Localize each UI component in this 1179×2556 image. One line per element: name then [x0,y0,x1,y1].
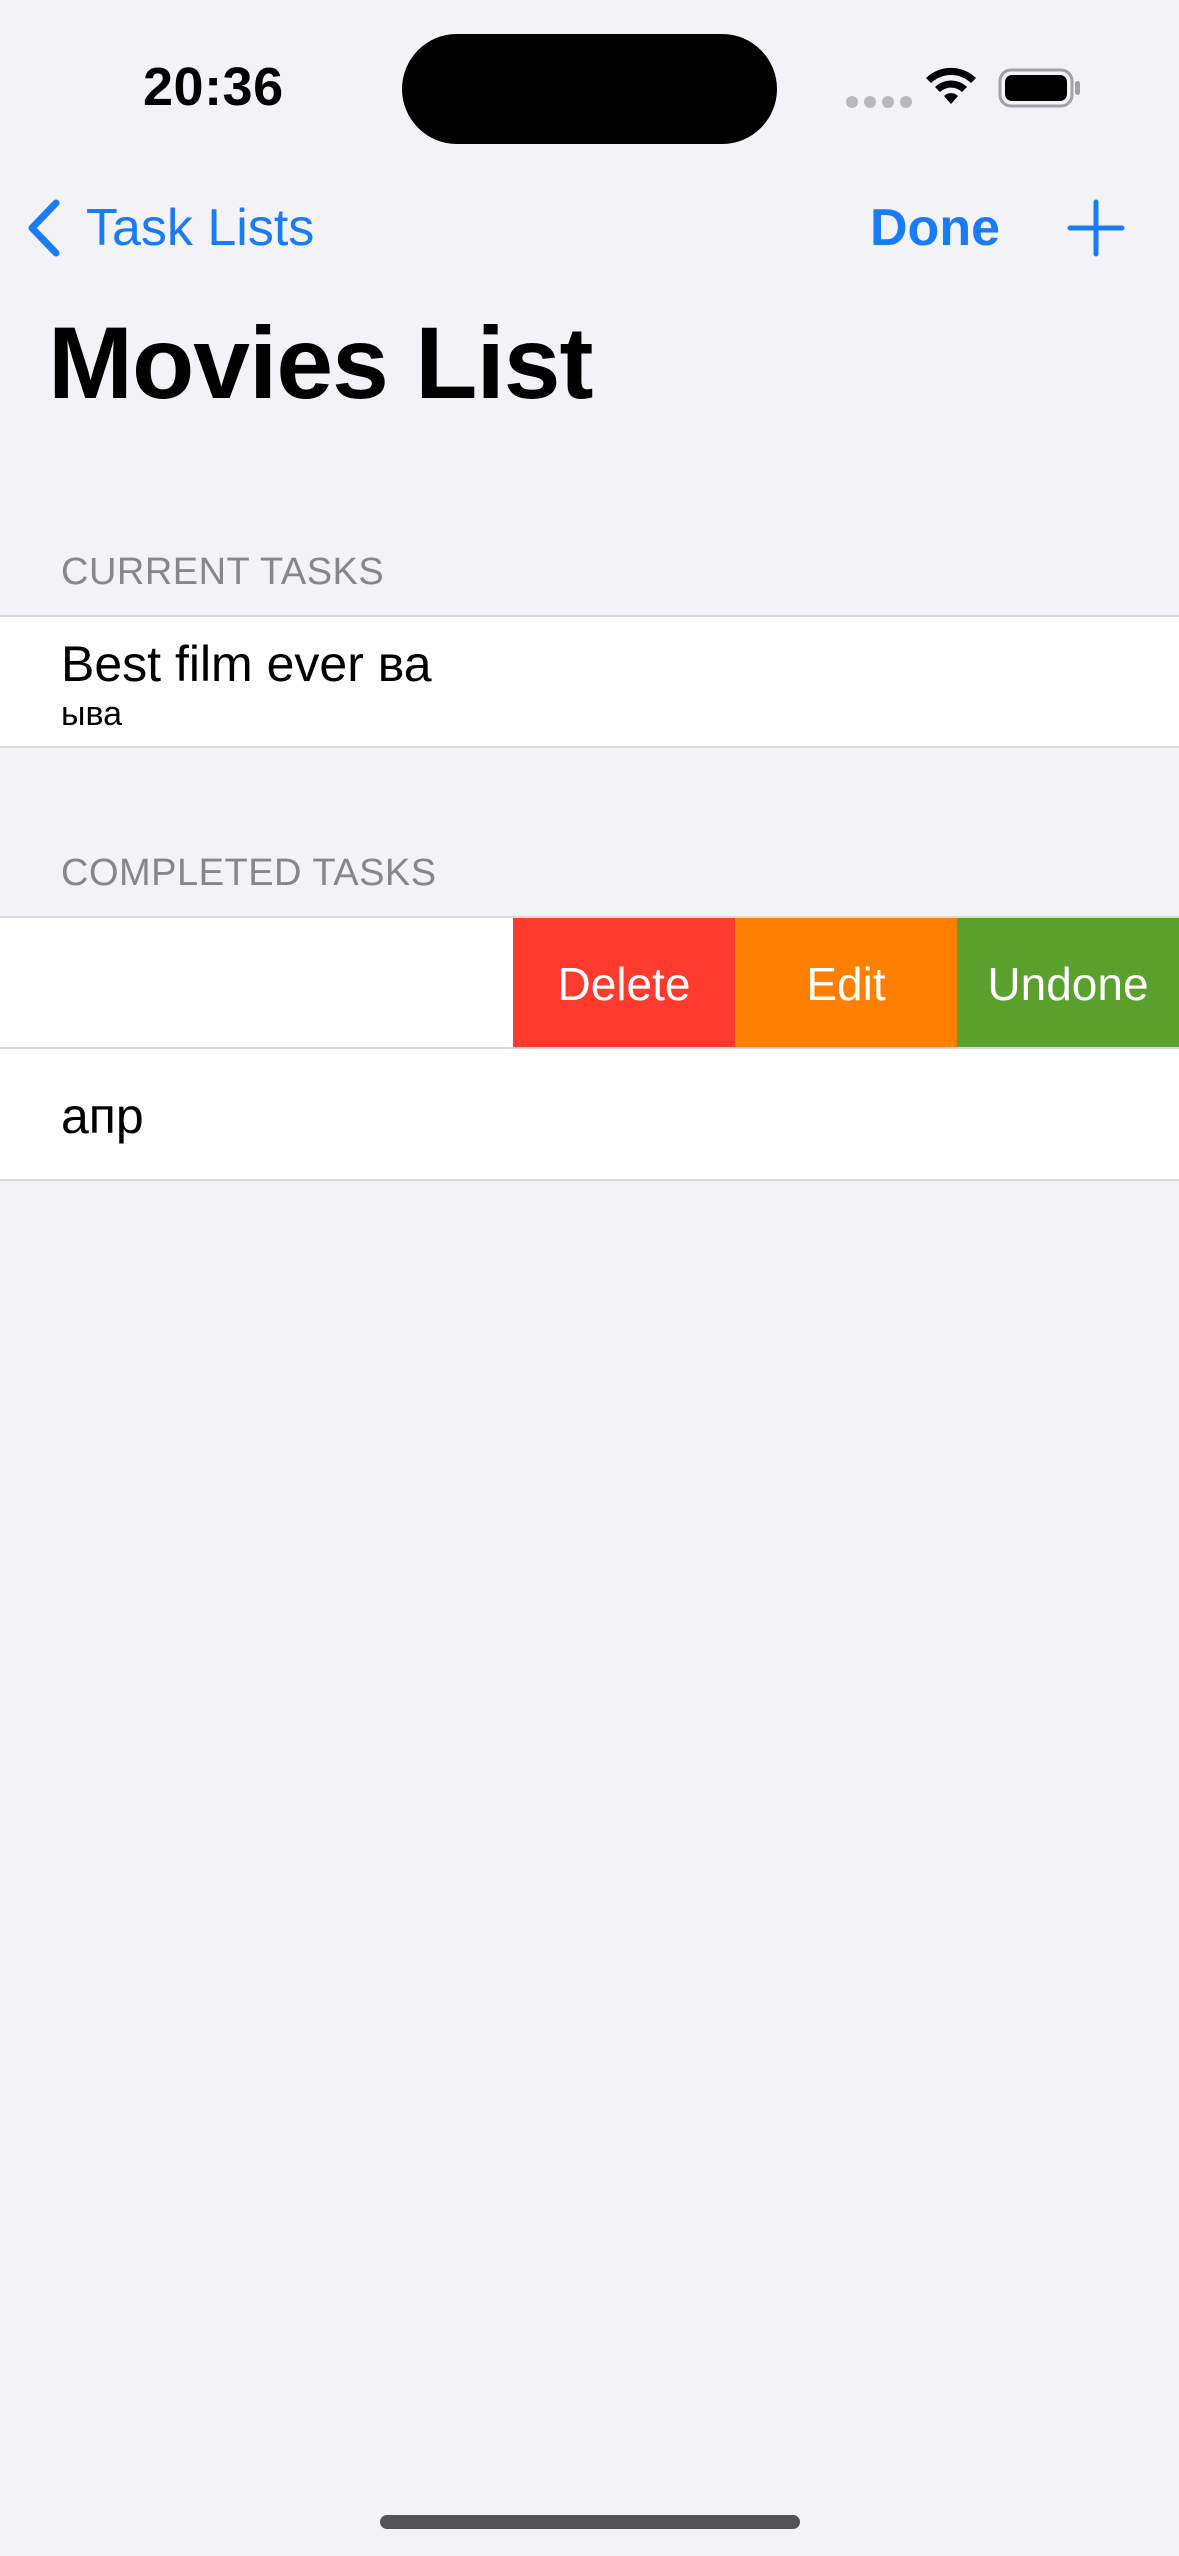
swiped-task-row[interactable]: Delete Edit Undone [0,916,1179,1049]
cellular-signal-icon [846,96,912,108]
section-header-current: CURRENT TASKS [61,551,385,593]
task-subtitle: ыва [61,695,123,733]
undone-button[interactable]: Undone [957,918,1179,1049]
task-title: апр [61,1088,144,1144]
chevron-left-icon [28,199,60,257]
status-time: 20:36 [143,57,284,117]
delete-button[interactable]: Delete [513,918,735,1049]
edit-button[interactable]: Edit [735,918,957,1049]
plus-icon[interactable] [1066,198,1126,258]
back-button[interactable]: Task Lists [24,192,314,264]
battery-icon [998,68,1080,108]
task-row[interactable]: Best film ever ва ыва [0,615,1179,748]
swipe-actions: Delete Edit Undone [513,918,1179,1049]
home-indicator[interactable] [380,2515,800,2529]
back-button-label: Task Lists [86,199,315,257]
dynamic-island [402,34,777,144]
page-title: Movies List [48,306,593,420]
wifi-icon [926,67,976,104]
section-header-completed: COMPLETED TASKS [61,852,437,894]
task-row[interactable]: апр [0,1047,1179,1181]
task-title: Best film ever ва [61,636,432,692]
done-button[interactable]: Done [870,192,1000,264]
